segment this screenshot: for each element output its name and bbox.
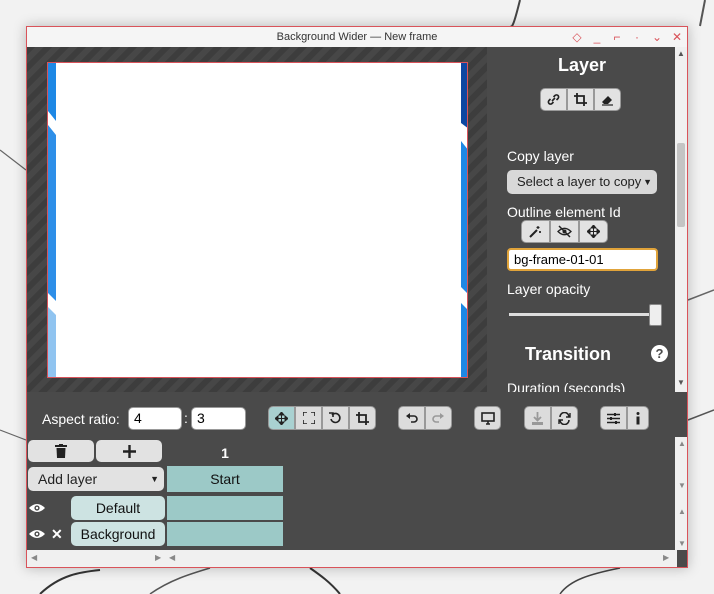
scroll-right-icon[interactable]: ▶ <box>155 553 161 562</box>
opacity-slider-track[interactable] <box>509 313 653 316</box>
scroll-left-icon[interactable]: ◀ <box>169 553 175 562</box>
delete-frame-button[interactable] <box>28 440 94 462</box>
dropdown-caret-icon: ▼ <box>643 177 652 187</box>
frame-artwork <box>48 63 467 377</box>
layer-opacity-label: Layer opacity <box>507 281 591 297</box>
scroll-down-icon[interactable]: ▼ <box>678 481 686 490</box>
timeline-horizontal-scrollbar[interactable]: ◀ ▶ ◀ ▶ <box>27 550 677 567</box>
transition-heading: Transition <box>524 344 611 364</box>
title-bar: Background Wider — New frame ◇ _ ⌐ · ⌄ ✕ <box>27 27 687 47</box>
timeline: 1 Add layer ▼ Start Default ✕ Background <box>27 437 677 550</box>
scroll-left-icon[interactable]: ◀ <box>31 553 37 562</box>
scroll-up-icon[interactable]: ▲ <box>675 49 687 61</box>
download-icon[interactable] <box>524 406 551 430</box>
redo-icon[interactable] <box>425 406 452 430</box>
layer-row-default: Default <box>27 496 283 520</box>
window-title: Background Wider — New frame <box>276 31 438 43</box>
dropdown-caret-icon: ▼ <box>150 474 159 484</box>
aspect-width-input[interactable]: 4 <box>128 407 182 430</box>
properties-panel: Layer Copy layer Select a layer to copy … <box>487 47 677 392</box>
copy-layer-label: Copy layer <box>507 148 574 164</box>
layer-heading: Layer <box>557 55 607 75</box>
eye-slash-icon[interactable] <box>550 220 579 243</box>
copy-layer-select-value: Select a layer to copy <box>517 174 642 189</box>
trash-icon <box>55 444 67 458</box>
minimize-icon[interactable]: _ <box>589 27 605 47</box>
frame-start-cell[interactable]: Start <box>167 466 283 492</box>
plus-icon <box>122 444 136 458</box>
scroll-down-icon[interactable]: ▼ <box>675 378 687 390</box>
window-controls: ◇ _ ⌐ · ⌄ ✕ <box>569 27 685 47</box>
settings-group <box>600 406 649 430</box>
scroll-right-icon[interactable]: ▶ <box>663 553 669 562</box>
layer-frame-cell[interactable] <box>167 522 283 546</box>
crop-tool-icon[interactable] <box>349 406 376 430</box>
add-layer-label: Add layer <box>38 471 98 487</box>
history-group <box>398 406 452 430</box>
export-group <box>524 406 578 430</box>
crop-icon[interactable] <box>567 88 594 111</box>
preview-group <box>474 406 501 430</box>
magic-wand-icon[interactable] <box>521 220 550 243</box>
layer-tools-group <box>540 88 621 111</box>
eye-icon[interactable] <box>29 524 45 544</box>
fullscreen-icon[interactable] <box>295 406 322 430</box>
move-tool-icon[interactable] <box>268 406 295 430</box>
left-stripe-mid <box>48 125 56 301</box>
help-icon[interactable]: ? <box>651 345 668 362</box>
app-window: Background Wider — New frame ◇ _ ⌐ · ⌄ ✕… <box>26 26 688 568</box>
rotate-icon[interactable] <box>322 406 349 430</box>
shade-icon[interactable]: ⌄ <box>649 27 665 47</box>
move-icon[interactable] <box>579 220 608 243</box>
add-layer-select[interactable]: Add layer ▼ <box>28 467 164 491</box>
aspect-height-input[interactable]: 3 <box>191 407 246 430</box>
scroll-down-icon[interactable]: ▼ <box>678 539 686 548</box>
layer-frame-cell[interactable] <box>167 496 283 520</box>
right-stripe-top <box>461 63 467 128</box>
undo-icon[interactable] <box>398 406 425 430</box>
canvas-tools-group <box>268 406 376 430</box>
layer-row-background: ✕ Background <box>27 522 283 546</box>
panel-scrollbar[interactable]: ▲ ▼ <box>675 47 687 392</box>
delete-layer-icon[interactable]: ✕ <box>51 524 65 544</box>
outline-tools-group <box>521 220 608 243</box>
copy-layer-select[interactable]: Select a layer to copy ▼ <box>507 170 657 194</box>
timeline-vertical-scrollbar[interactable]: ▲ ▼ ▲ ▼ <box>675 437 687 550</box>
panel-scroll-thumb[interactable] <box>677 143 685 227</box>
eraser-icon[interactable] <box>594 88 621 111</box>
add-frame-button[interactable] <box>96 440 162 462</box>
outline-element-id-input[interactable]: bg-frame-01-01 <box>507 248 658 271</box>
frame-number: 1 <box>221 445 229 461</box>
refresh-icon[interactable] <box>551 406 578 430</box>
sticky-icon[interactable]: ◇ <box>569 27 585 47</box>
scroll-up-icon[interactable]: ▲ <box>678 507 686 516</box>
close-icon[interactable]: ✕ <box>669 27 685 47</box>
info-icon[interactable] <box>627 406 649 430</box>
right-stripe-bottom <box>461 303 467 377</box>
left-stripe-bottom <box>48 307 56 377</box>
aspect-ratio-label: Aspect ratio: <box>42 411 120 427</box>
right-stripe-mid <box>461 141 467 293</box>
duration-label: Duration (seconds) <box>507 380 626 392</box>
opacity-slider-handle[interactable] <box>649 304 662 326</box>
sliders-icon[interactable] <box>600 406 627 430</box>
maximize-icon[interactable]: ⌐ <box>609 27 625 47</box>
aspect-separator: : <box>184 410 188 426</box>
left-stripe-top <box>48 63 56 121</box>
layer-name[interactable]: Background <box>71 522 165 546</box>
outline-element-label: Outline element Id <box>507 204 621 220</box>
stage-area <box>27 47 487 392</box>
main-toolbar: Aspect ratio: 4 : 3 <box>27 392 677 437</box>
frame-canvas[interactable] <box>47 62 468 378</box>
layer-name[interactable]: Default <box>71 496 165 520</box>
eye-icon[interactable] <box>29 498 45 518</box>
scroll-up-icon[interactable]: ▲ <box>678 439 686 448</box>
menu-dot-icon[interactable]: · <box>629 27 645 47</box>
preview-monitor-icon[interactable] <box>474 406 501 430</box>
link-icon[interactable] <box>540 88 567 111</box>
